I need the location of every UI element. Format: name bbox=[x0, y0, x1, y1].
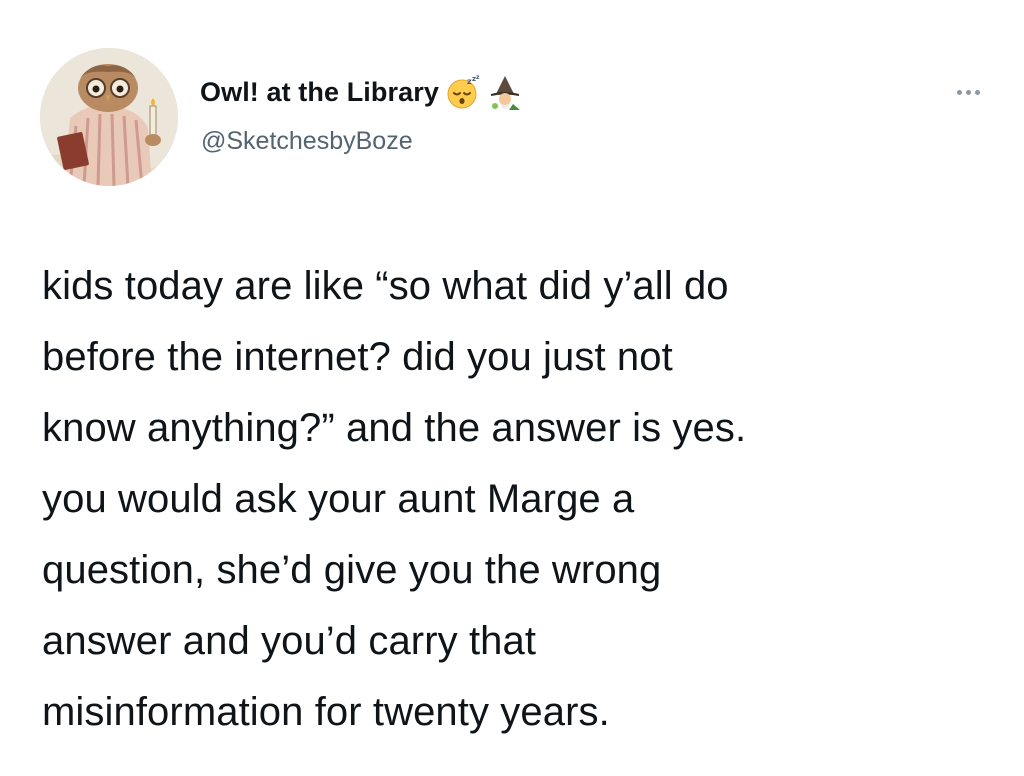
author-handle[interactable]: @SketchesbyBoze bbox=[201, 127, 413, 156]
more-dot bbox=[974, 89, 980, 95]
tweet-text-line: answer and you’d carry that bbox=[42, 619, 537, 663]
author-name-row[interactable]: Owl! at the Library z z z bbox=[200, 72, 523, 112]
tweet-text-line: you would ask your aunt Marge a bbox=[42, 477, 635, 521]
tweet-card: Owl! at the Library z z z @SketchesbyBoz… bbox=[0, 0, 1024, 776]
more-dots-icon[interactable] bbox=[948, 80, 988, 104]
tweet-text-line: know anything?” and the answer is yes. bbox=[42, 406, 747, 450]
owl-avatar-icon[interactable] bbox=[40, 48, 178, 186]
more-dot bbox=[956, 89, 962, 95]
tweet-text-line: kids today are like “so what did y’all d… bbox=[42, 264, 729, 308]
tweet-text-line: question, she’d give you the wrong bbox=[42, 548, 662, 592]
svg-text:z: z bbox=[476, 74, 480, 81]
more-dot bbox=[965, 89, 971, 95]
mage-emoji-icon bbox=[487, 74, 523, 110]
display-name[interactable]: Owl! at the Library bbox=[200, 77, 439, 108]
tweet-text-line: before the internet? did you just not bbox=[42, 335, 673, 379]
tweet-text: kids today are like “so what did y’all d… bbox=[42, 251, 1002, 748]
tweet-text-line: misinformation for twenty years. bbox=[42, 690, 610, 734]
sleeping-face-emoji-icon: z z z bbox=[445, 74, 481, 110]
